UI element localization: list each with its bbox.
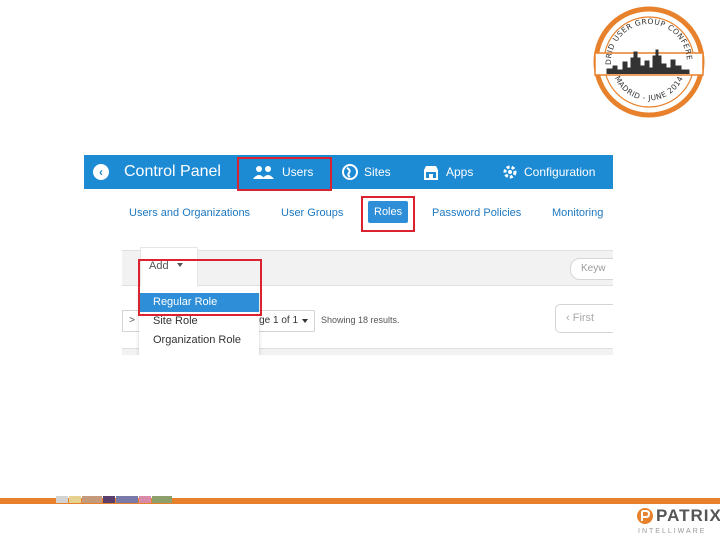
conference-seal-graphic: MADRID USER GROUP CONFERENCE MADRID - JU… — [590, 0, 705, 118]
highlight-add-menu-box — [138, 259, 262, 316]
first-page-button[interactable]: ‹ First — [555, 304, 613, 333]
first-page-label: First — [572, 312, 595, 324]
chevron-left-icon: ‹ — [566, 312, 570, 324]
sub-navigation: Users and Organizations User Groups Role… — [84, 189, 613, 233]
conference-seal: MADRID USER GROUP CONFERENCE MADRID - JU… — [590, 0, 705, 118]
control-panel-screenshot: ‹ Control Panel Users Sites Apps Configu… — [84, 155, 613, 355]
nav-configuration[interactable]: Configuration — [502, 155, 595, 189]
keywords-search-input[interactable]: Keyw — [570, 258, 613, 280]
nav-sites-label: Sites — [364, 165, 391, 179]
patrix-logo-icon — [637, 508, 653, 524]
results-count: Showing 18 results. — [321, 315, 400, 325]
footer-swatch — [69, 496, 81, 503]
nav-apps-label: Apps — [446, 165, 474, 179]
footer-swatch — [82, 496, 102, 503]
nav-apps[interactable]: Apps — [422, 155, 473, 189]
footer-swatch — [139, 496, 151, 503]
menu-item-organization-role[interactable]: Organization Role — [139, 331, 259, 350]
tab-user-groups[interactable]: User Groups — [281, 207, 343, 219]
highlight-roles-box — [361, 196, 415, 232]
highlight-users-box — [237, 157, 332, 191]
nav-sites[interactable]: Sites — [342, 155, 391, 189]
tab-users-and-organizations[interactable]: Users and Organizations — [129, 207, 250, 219]
control-panel-title: Control Panel — [124, 163, 221, 180]
nav-configuration-label: Configuration — [524, 165, 596, 179]
footer-swatch — [56, 496, 68, 503]
store-icon — [424, 166, 438, 180]
back-arrow-circle-icon[interactable]: ‹ — [93, 164, 109, 180]
brand-name: PATRIX — [656, 506, 720, 525]
footer-swatch — [116, 496, 138, 503]
brand-tagline: INTELLIWARE — [638, 528, 707, 535]
footer-swatch — [152, 496, 172, 503]
tab-monitoring[interactable]: Monitoring — [552, 207, 603, 219]
tab-password-policies[interactable]: Password Policies — [432, 207, 521, 219]
footer-swatch — [103, 496, 115, 503]
menu-item-label: Organization Role — [153, 334, 242, 346]
globe-icon — [342, 164, 358, 180]
control-panel-topbar: ‹ Control Panel Users Sites Apps Configu… — [84, 155, 613, 189]
gear-icon — [503, 165, 517, 179]
menu-item-label: Site Role — [153, 315, 198, 327]
page-select-label: ge 1 of 1 — [259, 315, 298, 326]
caret-down-icon — [302, 319, 308, 323]
